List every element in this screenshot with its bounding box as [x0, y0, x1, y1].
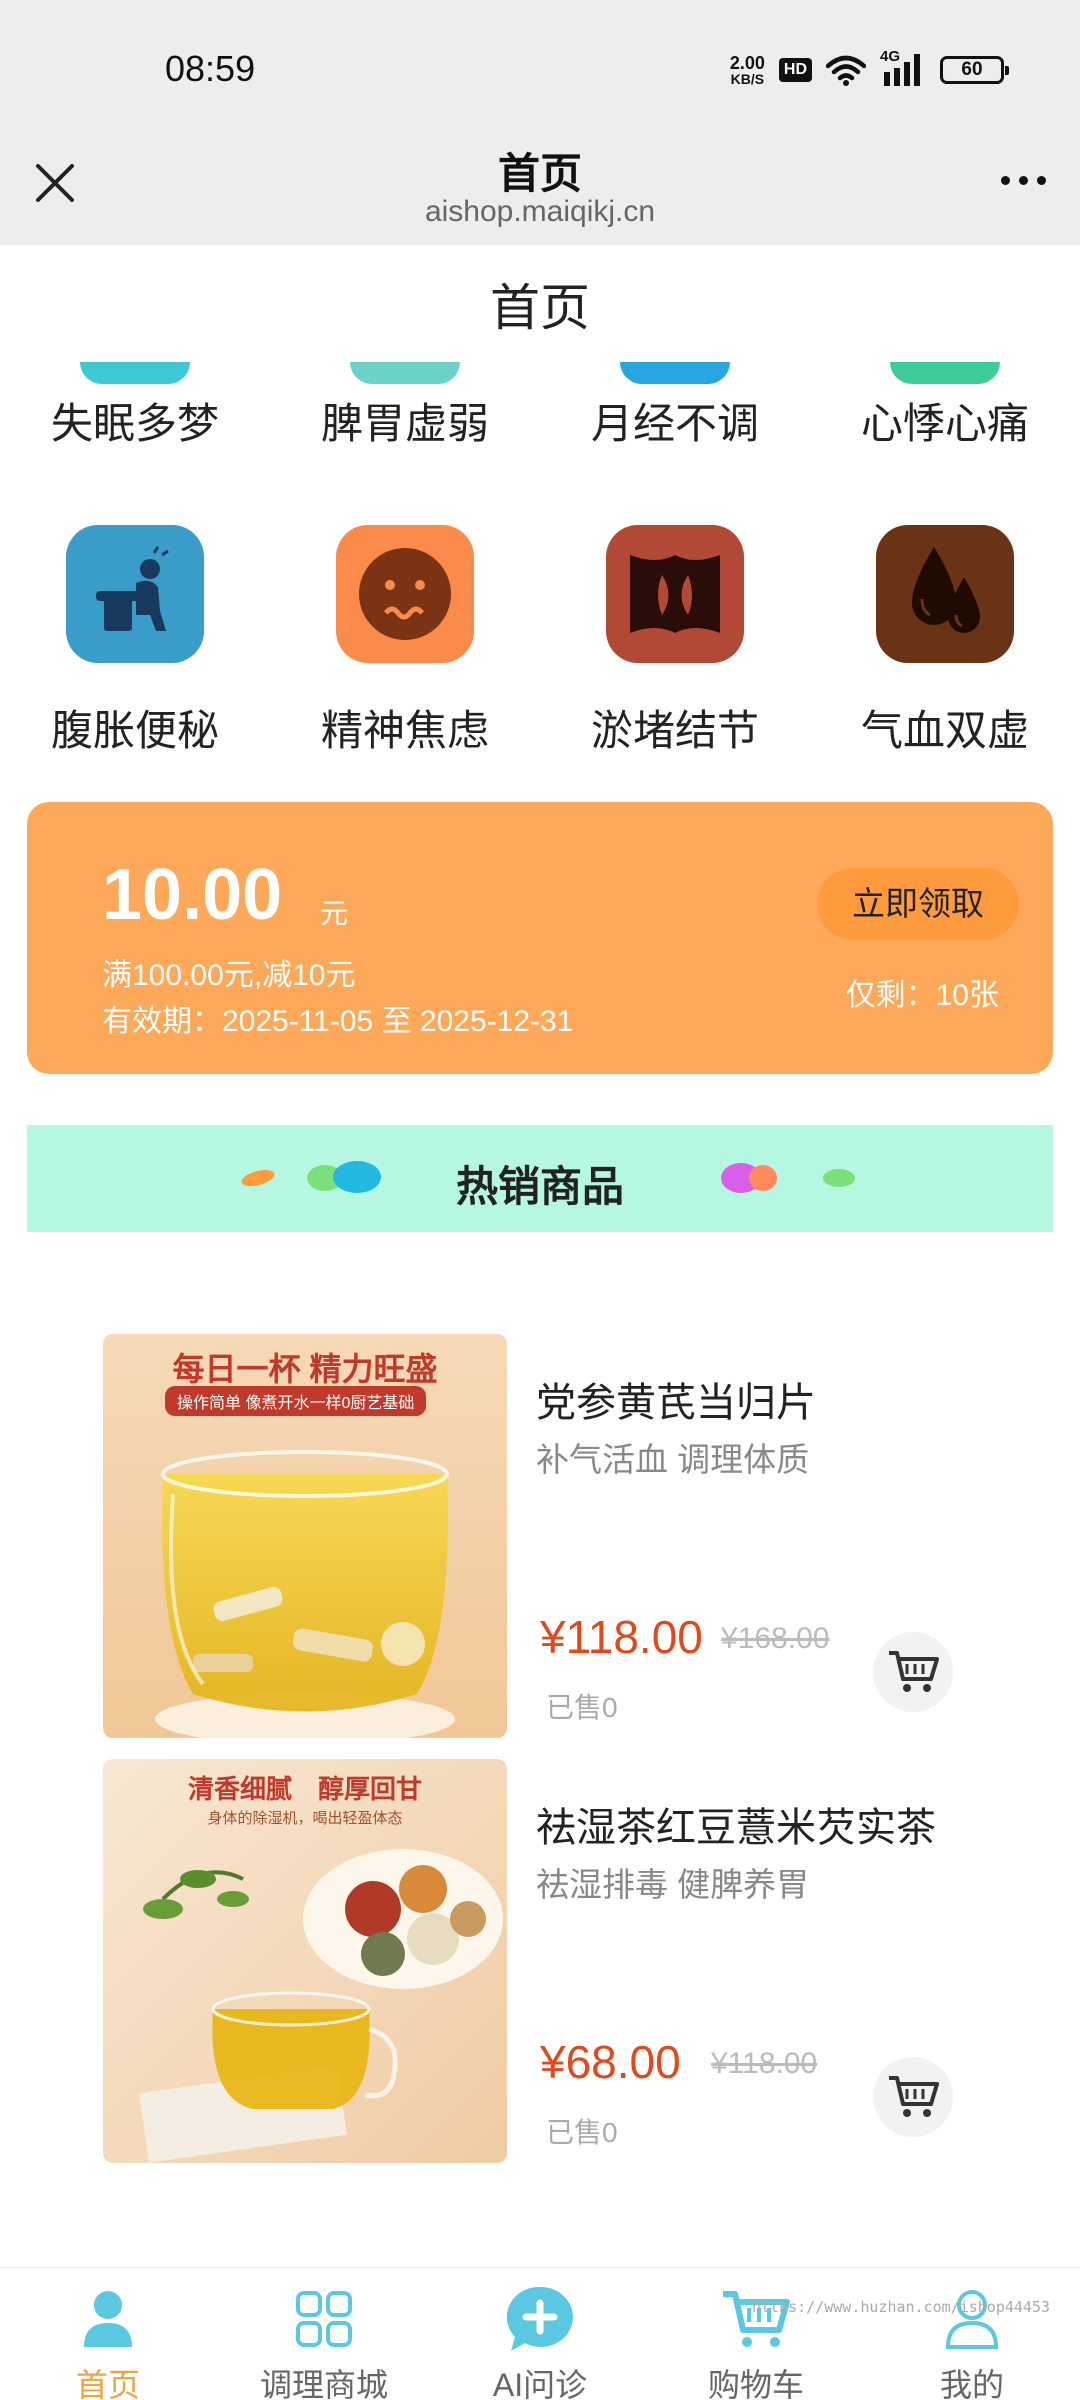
tab-label: 我的: [939, 2367, 1004, 2400]
page: 08:59 2.00 KB/S HD 4G 60 首页 aishop.maiqi…: [0, 0, 1080, 2400]
tab-bar: 首页 调理商城 AI问诊 购物车 我的: [0, 2267, 1080, 2400]
hot-section-title: 热销商品: [455, 1163, 624, 1210]
coupon-condition: 满100.00元,减10元: [102, 959, 356, 992]
coupon-validity: 有效期：2025-11-05 至 2025-12-31: [102, 1005, 574, 1038]
product-name: 祛湿茶红豆薏米芡实茶: [536, 1806, 936, 1850]
cart-icon: [889, 2076, 939, 2117]
product-sold: 已售0: [546, 1692, 618, 1723]
tab-label: AI问诊: [492, 2367, 588, 2400]
app-header: 首页 aishop.maiqikj.cn: [0, 140, 1080, 245]
product-image[interactable]: 清香细腻 醇厚回甘 身体的除湿机，喝出轻盈体态: [103, 1759, 507, 2163]
tab-ai-consult[interactable]: AI问诊: [432, 2268, 648, 2400]
cart-icon: [889, 1651, 939, 1692]
toilet-person-icon: [66, 525, 204, 663]
category-label: 月经不调: [590, 400, 759, 447]
decor-blob: [823, 1169, 855, 1187]
product-image-subcaption: 操作简单 像煮开水一样0厨艺基础: [165, 1386, 427, 1416]
stomach-icon: [350, 362, 460, 384]
chat-plus-icon: [506, 2286, 573, 2351]
category-label: 腹胀便秘: [50, 707, 219, 754]
speed-value: 2.00: [729, 53, 765, 73]
speed-unit: KB/S: [730, 71, 765, 87]
drops-icon: [876, 525, 1014, 663]
coupon-remaining: 仅剩：10张: [845, 979, 999, 1012]
tab-cart[interactable]: 购物车: [648, 2268, 864, 2400]
home-person-icon: [84, 2291, 132, 2347]
tab-label: 购物车: [707, 2367, 804, 2400]
insomnia-icon: [80, 362, 190, 384]
worried-face-icon: [336, 525, 474, 663]
signal-icon: 4G: [880, 48, 926, 88]
product-card[interactable]: 每日一杯 精力旺盛 操作简单 像煮开水一样0厨艺基础 党参黄芪当归片 补气活血 …: [103, 1334, 980, 1738]
product-original-price: ¥118.00: [711, 2047, 818, 2080]
tab-label: 首页: [75, 2367, 140, 2400]
coupon-amount: 10.00: [102, 855, 283, 935]
product-name: 党参黄芪当归片: [536, 1381, 816, 1425]
status-bar: 08:59 2.00 KB/S HD 4G 60: [0, 0, 1080, 140]
product-price: ¥118.00: [540, 1611, 703, 1663]
hot-section-header: 热销商品: [27, 1125, 1053, 1232]
tab-label: 调理商城: [259, 2367, 388, 2400]
network-speed: 2.00 KB/S: [730, 54, 765, 86]
add-to-cart-button[interactable]: [873, 2057, 953, 2137]
watermark: https://www.huzhan.com/ishop44453: [751, 2298, 1050, 2316]
battery-icon: 60: [940, 56, 1009, 84]
category-label: 淤堵结节: [590, 707, 759, 754]
tab-home[interactable]: 首页: [0, 2268, 216, 2400]
blockage-icon: [606, 525, 744, 663]
category-label: 心悸心痛: [860, 400, 1029, 447]
page-title: 首页: [490, 280, 590, 336]
category-item[interactable]: 精神焦虑: [270, 525, 540, 758]
status-time: 08:59: [165, 48, 256, 89]
category-label: 失眠多梦: [50, 400, 219, 447]
category-item[interactable]: 脾胃虚弱: [270, 390, 540, 451]
wifi-icon: [826, 55, 866, 86]
product-image-subcaption: 身体的除湿机，喝出轻盈体态: [207, 1810, 403, 1827]
add-to-cart-button[interactable]: [873, 1632, 953, 1712]
user-icon: [945, 2290, 999, 2349]
more-button[interactable]: [1001, 176, 1046, 185]
status-icons: 2.00 KB/S HD 4G 60: [730, 48, 1009, 90]
product-image[interactable]: 每日一杯 精力旺盛 操作简单 像煮开水一样0厨艺基础: [103, 1334, 507, 1738]
category-item[interactable]: 心悸心痛: [810, 390, 1080, 451]
category-item[interactable]: 气血双虚: [810, 525, 1080, 758]
grid-icon: [296, 2291, 352, 2347]
menstrual-icon: [620, 362, 730, 384]
product-card[interactable]: 清香细腻 醇厚回甘 身体的除湿机，喝出轻盈体态 祛湿茶红豆薏米芡实茶 祛湿排毒 …: [103, 1759, 980, 2163]
category-label: 气血双虚: [860, 707, 1029, 754]
category-item[interactable]: 失眠多梦: [0, 390, 270, 451]
product-original-price: ¥168.00: [721, 1622, 830, 1655]
hd-badge: HD: [778, 58, 812, 82]
heart-icon: [890, 362, 1000, 384]
category-label: 精神焦虑: [320, 707, 489, 754]
header-url: aishop.maiqikj.cn: [424, 195, 656, 228]
category-item[interactable]: 月经不调: [540, 390, 810, 451]
product-image-caption: 清香细腻 醇厚回甘: [187, 1774, 422, 1804]
category-item[interactable]: 腹胀便秘: [0, 525, 270, 758]
category-item[interactable]: 淤堵结节: [540, 525, 810, 758]
claim-coupon-button[interactable]: 立即领取: [817, 868, 1019, 940]
more-dots-icon: [1001, 176, 1010, 185]
product-image-caption: 每日一杯 精力旺盛: [172, 1351, 438, 1387]
product-desc: 补气活血 调理体质: [536, 1441, 810, 1478]
product-price: ¥68.00: [540, 2036, 681, 2088]
coupon-card: 10.00 元 满100.00元,减10元 有效期：2025-11-05 至 2…: [27, 802, 1053, 1074]
tab-mine[interactable]: 我的: [864, 2268, 1080, 2400]
header-title: 首页: [497, 150, 582, 197]
decor-blob: [749, 1165, 777, 1191]
coupon-unit: 元: [320, 898, 349, 929]
category-label: 脾胃虚弱: [320, 400, 489, 447]
product-desc: 祛湿排毒 健脾养胃: [536, 1866, 810, 1903]
product-sold: 已售0: [546, 2117, 618, 2148]
tab-mall[interactable]: 调理商城: [216, 2268, 432, 2400]
